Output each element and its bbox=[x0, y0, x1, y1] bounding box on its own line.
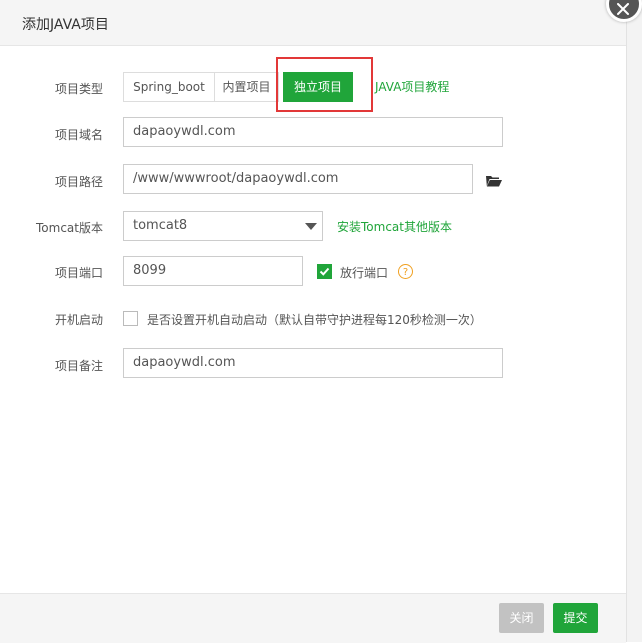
autostart-checkbox[interactable] bbox=[123, 311, 138, 326]
tomcat-select-value: tomcat8 bbox=[133, 218, 188, 233]
project-type-label: 项目类型 bbox=[54, 82, 103, 96]
install-tomcat-link[interactable]: 安装Tomcat其他版本 bbox=[337, 218, 452, 235]
dialog-title: 添加JAVA项目 bbox=[22, 17, 109, 33]
path-input[interactable]: /www/wwwroot/dapaoywdl.com bbox=[123, 164, 473, 194]
port-input[interactable]: 8099 bbox=[123, 256, 303, 286]
allow-port-label: 放行端口 bbox=[340, 266, 389, 280]
dialog-scroll-edge bbox=[626, 0, 642, 642]
folder-open-icon[interactable] bbox=[486, 175, 502, 187]
domain-input[interactable]: dapaoywdl.com bbox=[123, 117, 503, 147]
tomcat-version-label: Tomcat版本 bbox=[36, 221, 103, 235]
checkmark-icon bbox=[319, 267, 330, 276]
close-icon bbox=[617, 3, 629, 15]
type-option-spring-boot[interactable]: Spring_boot bbox=[123, 72, 215, 102]
type-option-builtin[interactable]: 内置项目 bbox=[214, 72, 279, 102]
java-tutorial-link[interactable]: JAVA项目教程 bbox=[375, 78, 449, 95]
highlight-box bbox=[276, 57, 373, 112]
project-path-label: 项目路径 bbox=[54, 175, 103, 189]
add-java-project-dialog: 添加JAVA项目 项目类型 Spring_boot 内置项目 独立项目 JAVA… bbox=[0, 0, 642, 643]
chevron-down-icon bbox=[305, 223, 317, 230]
remark-input[interactable]: dapaoywdl.com bbox=[123, 348, 503, 378]
project-port-label: 项目端口 bbox=[54, 266, 103, 280]
tomcat-select[interactable]: tomcat8 bbox=[123, 211, 323, 241]
close-dialog-button[interactable]: 关闭 bbox=[499, 603, 544, 633]
submit-button[interactable]: 提交 bbox=[553, 603, 598, 633]
autostart-label: 开机启动 bbox=[54, 313, 103, 327]
autostart-description: 是否设置开机自动启动（默认自带守护进程每120秒检测一次） bbox=[147, 313, 482, 327]
project-domain-label: 项目域名 bbox=[54, 128, 103, 142]
dialog-titlebar: 添加JAVA项目 bbox=[0, 0, 626, 46]
help-icon[interactable]: ? bbox=[398, 264, 413, 279]
project-remark-label: 项目备注 bbox=[54, 359, 103, 373]
allow-port-checkbox[interactable] bbox=[317, 264, 332, 279]
